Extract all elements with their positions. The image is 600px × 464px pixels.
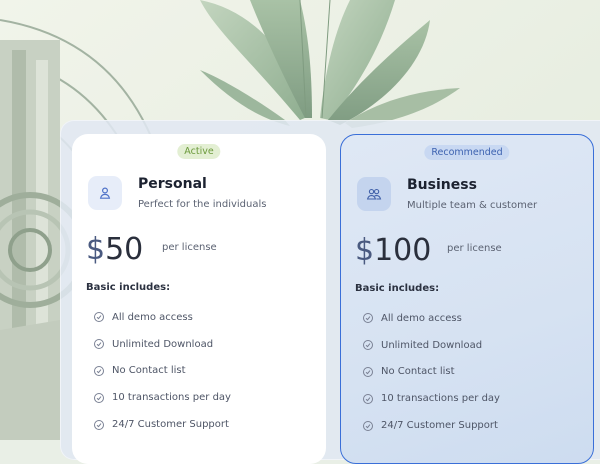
feature-label: All demo access <box>381 312 462 324</box>
user-icon <box>88 176 122 210</box>
list-item: All demo access <box>94 304 231 331</box>
list-item: 24/7 Customer Support <box>363 412 500 439</box>
check-icon <box>94 365 104 376</box>
feature-label: 10 transactions per day <box>112 392 231 404</box>
currency-symbol: $ <box>355 233 375 268</box>
list-item: 10 transactions per day <box>94 384 231 411</box>
feature-list: All demo access Unlimited Download No Co… <box>94 304 231 438</box>
check-icon <box>363 366 373 377</box>
check-icon <box>363 313 373 324</box>
feature-label: No Contact list <box>112 365 186 377</box>
plan-name: Business <box>407 177 477 193</box>
plan-price: $100 <box>355 233 431 268</box>
includes-title: Basic includes: <box>355 283 440 294</box>
includes-title: Basic includes: <box>86 282 171 293</box>
feature-label: 24/7 Customer Support <box>381 420 498 432</box>
list-item: No Contact list <box>94 358 231 385</box>
check-icon <box>94 392 104 403</box>
recommended-badge: Recommended <box>424 145 510 160</box>
plan-card-personal[interactable]: Active Personal Perfect for the individu… <box>72 134 326 464</box>
users-icon <box>357 177 391 211</box>
currency-symbol: $ <box>86 232 106 267</box>
list-item: Unlimited Download <box>363 332 500 359</box>
check-icon <box>363 393 373 404</box>
check-icon <box>94 419 104 430</box>
feature-label: Unlimited Download <box>381 339 483 351</box>
price-unit: per license <box>162 242 217 253</box>
feature-list: All demo access Unlimited Download No Co… <box>363 305 500 439</box>
feature-label: Unlimited Download <box>112 338 214 350</box>
feature-label: All demo access <box>112 311 193 323</box>
check-icon <box>94 312 104 323</box>
feature-label: 24/7 Customer Support <box>112 419 229 431</box>
price-amount: 100 <box>374 233 432 268</box>
list-item: Unlimited Download <box>94 331 231 358</box>
plan-card-business[interactable]: Recommended Business Multiple team & cus… <box>340 134 594 464</box>
status-badge: Active <box>177 144 221 159</box>
plan-subtitle: Perfect for the individuals <box>138 199 267 210</box>
price-unit: per license <box>447 243 502 254</box>
list-item: All demo access <box>363 305 500 332</box>
feature-label: 10 transactions per day <box>381 393 500 405</box>
check-icon <box>363 420 373 431</box>
feature-label: No Contact list <box>381 366 455 378</box>
check-icon <box>94 339 104 350</box>
plan-price: $50 <box>86 232 143 267</box>
list-item: 10 transactions per day <box>363 385 500 412</box>
price-amount: 50 <box>105 232 144 267</box>
list-item: No Contact list <box>363 359 500 386</box>
check-icon <box>363 340 373 351</box>
plan-subtitle: Multiple team & customer <box>407 200 538 211</box>
list-item: 24/7 Customer Support <box>94 411 231 438</box>
plan-name: Personal <box>138 176 207 192</box>
